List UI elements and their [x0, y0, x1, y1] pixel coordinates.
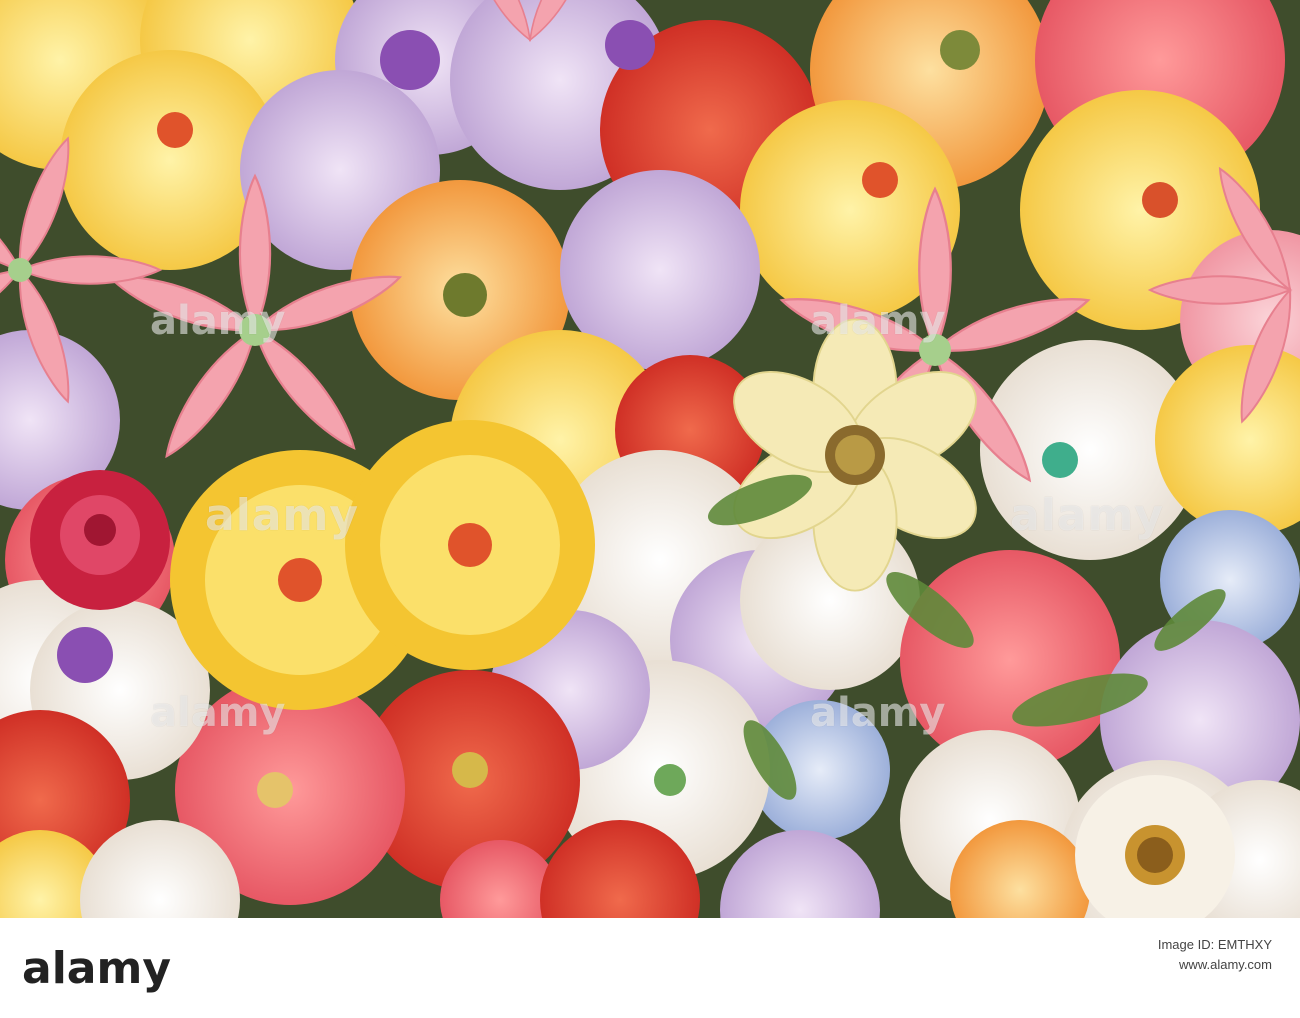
watermark-text: alamy: [810, 690, 946, 736]
white-daisy: [1075, 775, 1235, 935]
watermark-text: alamy: [205, 490, 359, 541]
watermark-text: alamy: [810, 298, 946, 344]
footer-bar: [0, 918, 1300, 1018]
red-rose: [30, 470, 170, 610]
watermark-text: alamy: [1010, 490, 1164, 541]
image-id-label: Image ID: EMTHXY: [1157, 937, 1272, 952]
watermark-text: alamy: [150, 298, 286, 344]
footer-logo: alamy: [22, 943, 171, 994]
site-url: www.alamy.com: [1179, 957, 1272, 972]
watermark-text: alamy: [150, 690, 286, 736]
footer-info: Image ID: EMTHXY www.alamy.com: [1158, 935, 1272, 975]
